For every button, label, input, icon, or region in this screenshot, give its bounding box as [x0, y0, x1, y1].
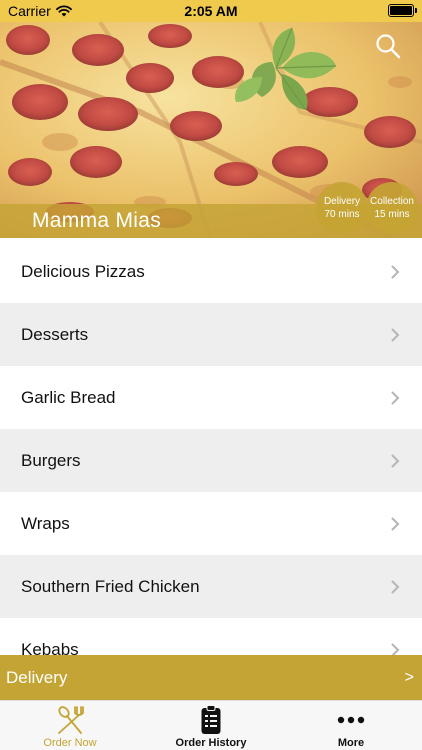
tab-label: Order History — [175, 737, 247, 749]
chevron-right-icon — [391, 580, 400, 593]
menu-item-southern-fried-chicken[interactable]: Southern Fried Chicken — [0, 555, 422, 618]
delivery-arrow-icon: > — [404, 668, 414, 686]
menu-item-garlic-bread[interactable]: Garlic Bread — [0, 366, 422, 429]
menu-item-label: Kebabs — [21, 639, 79, 656]
chevron-right-icon — [391, 454, 400, 467]
menu-category-list[interactable]: Delicious Pizzas Desserts Garlic Bread B… — [0, 240, 422, 655]
search-icon[interactable] — [374, 32, 402, 60]
tab-label: More — [337, 737, 365, 749]
collection-time-badge: Collection 15 mins — [366, 182, 418, 234]
tab-label: Order Now — [43, 737, 97, 749]
more-dots-icon — [337, 705, 365, 735]
delivery-time-badge: Delivery 70 mins — [316, 182, 368, 234]
menu-item-delicious-pizzas[interactable]: Delicious Pizzas — [0, 240, 422, 303]
menu-item-label: Desserts — [21, 324, 89, 344]
delivery-badge-label: Delivery — [323, 196, 361, 207]
menu-item-label: Delicious Pizzas — [21, 261, 145, 281]
chevron-right-icon — [391, 265, 400, 278]
hero-banner: Mamma Mias Delivery 70 mins Collection 1… — [0, 22, 422, 238]
fork-knife-icon — [53, 705, 87, 735]
menu-item-wraps[interactable]: Wraps — [0, 492, 422, 555]
status-bar: Carrier 2:05 AM — [0, 0, 422, 22]
tab-order-now[interactable]: Order Now — [0, 701, 140, 750]
clipboard-icon — [200, 705, 222, 735]
menu-item-label: Southern Fried Chicken — [21, 576, 200, 596]
tab-bar: Order Now Order History More — [0, 700, 422, 750]
chevron-right-icon — [391, 328, 400, 341]
delivery-mode-bar[interactable]: Delivery > — [0, 655, 422, 700]
menu-item-label: Garlic Bread — [21, 387, 116, 407]
collection-badge-label: Collection — [370, 196, 414, 207]
tab-order-history[interactable]: Order History — [141, 701, 281, 750]
chevron-right-icon — [391, 391, 400, 404]
tab-more[interactable]: More — [281, 701, 421, 750]
chevron-right-icon — [391, 517, 400, 530]
restaurant-name: Mamma Mias — [32, 209, 162, 232]
collection-badge-time: 15 mins — [374, 209, 410, 220]
menu-item-kebabs[interactable]: Kebabs — [0, 618, 422, 655]
battery-fill — [390, 6, 412, 15]
status-time: 2:05 AM — [184, 3, 238, 19]
delivery-badge-time: 70 mins — [324, 209, 360, 220]
menu-item-burgers[interactable]: Burgers — [0, 429, 422, 492]
delivery-mode-label: Delivery — [6, 667, 68, 687]
battery-icon — [388, 4, 417, 17]
menu-item-label: Burgers — [21, 450, 81, 470]
menu-item-desserts[interactable]: Desserts — [0, 303, 422, 366]
chevron-right-icon — [391, 643, 400, 655]
menu-item-label: Wraps — [21, 513, 70, 533]
